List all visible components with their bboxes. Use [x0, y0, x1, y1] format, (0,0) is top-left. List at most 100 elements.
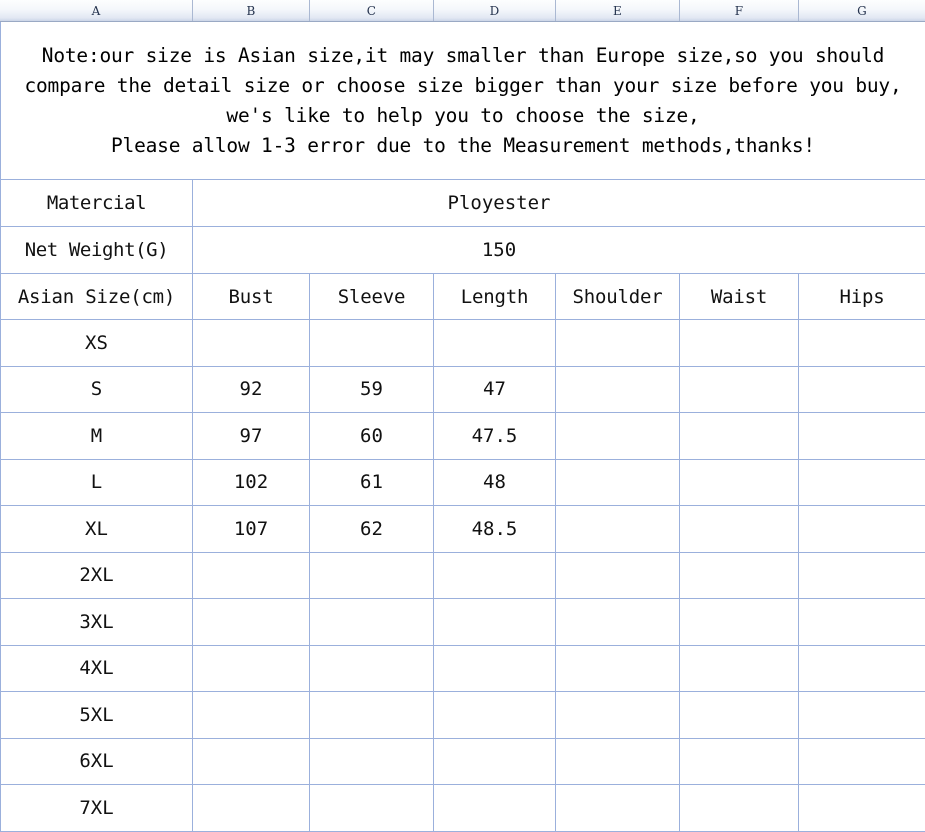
- size-label-cell: 7XL: [0, 785, 193, 832]
- table-row: XS: [0, 320, 925, 367]
- cell-waist: [680, 645, 799, 692]
- table-row: S 92 59 47: [0, 366, 925, 413]
- cell-length: [434, 738, 556, 785]
- cell-waist: [680, 413, 799, 460]
- cell-shoulder: [556, 320, 680, 367]
- cell-shoulder: [556, 738, 680, 785]
- cell-bust: 92: [193, 366, 310, 413]
- cell-length: [434, 552, 556, 599]
- net-weight-value-cell: 150: [193, 227, 925, 274]
- note-line-2: compare the detail size or choose size b…: [24, 73, 902, 97]
- cell-bust: [193, 552, 310, 599]
- spreadsheet-size-chart: ABCDEFG Note:our size is Asian size,it m…: [0, 0, 925, 832]
- material-value-cell: Ployester: [193, 180, 925, 227]
- size-label-cell: S: [0, 366, 193, 413]
- size-label-cell: 2XL: [0, 552, 193, 599]
- column-title-shoulder: Shoulder: [556, 274, 680, 320]
- column-header-g[interactable]: G: [799, 0, 925, 21]
- cell-shoulder: [556, 692, 680, 739]
- table-row: 3XL: [0, 599, 925, 646]
- cell-bust: [193, 645, 310, 692]
- cell-sleeve: [310, 692, 434, 739]
- cell-sleeve: [310, 320, 434, 367]
- cell-waist: [680, 366, 799, 413]
- cell-bust: [193, 320, 310, 367]
- cell-shoulder: [556, 785, 680, 832]
- net-weight-row: Net Weight(G) 150: [0, 227, 925, 274]
- cell-length: 47: [434, 366, 556, 413]
- cell-length: [434, 645, 556, 692]
- size-label-cell: 4XL: [0, 645, 193, 692]
- column-title-length: Length: [434, 274, 556, 320]
- table-row: 4XL: [0, 645, 925, 692]
- note-line-3: we's like to help you to choose the size…: [226, 103, 700, 127]
- cell-bust: [193, 738, 310, 785]
- cell-hips: [799, 366, 925, 413]
- cell-waist: [680, 506, 799, 553]
- cell-sleeve: 60: [310, 413, 434, 460]
- column-title-sleeve: Sleeve: [310, 274, 434, 320]
- note-line-1: Note:our size is Asian size,it may small…: [41, 43, 885, 67]
- size-label-cell: 5XL: [0, 692, 193, 739]
- size-label-cell: L: [0, 459, 193, 506]
- cell-hips: [799, 692, 925, 739]
- size-label-cell: XL: [0, 506, 193, 553]
- column-header-bar: ABCDEFG: [0, 0, 925, 22]
- table-row: 5XL: [0, 692, 925, 739]
- cell-waist: [680, 599, 799, 646]
- cell-length: 47.5: [434, 413, 556, 460]
- cell-waist: [680, 785, 799, 832]
- size-table-header-row: Asian Size(cm) Bust Sleeve Length Shoulder Wa…: [0, 274, 925, 320]
- column-title-asian-size-cm: Asian Size(cm): [0, 274, 193, 320]
- cell-bust: [193, 599, 310, 646]
- cell-length: [434, 785, 556, 832]
- size-label-cell: M: [0, 413, 193, 460]
- cell-hips: [799, 599, 925, 646]
- net-weight-value: 150: [481, 239, 517, 261]
- table-row: 7XL: [0, 785, 925, 832]
- cell-waist: [680, 459, 799, 506]
- cell-bust: [193, 692, 310, 739]
- table-row: L 102 61 48: [0, 459, 925, 506]
- cell-hips: [799, 506, 925, 553]
- sheet-grid: Note:our size is Asian size,it may small…: [0, 22, 925, 832]
- column-title-waist: Waist: [680, 274, 799, 320]
- cell-hips: [799, 738, 925, 785]
- column-header-e[interactable]: E: [556, 0, 680, 21]
- cell-shoulder: [556, 645, 680, 692]
- cell-bust: 102: [193, 459, 310, 506]
- cell-sleeve: [310, 552, 434, 599]
- cell-shoulder: [556, 552, 680, 599]
- cell-length: 48: [434, 459, 556, 506]
- cell-sleeve: 62: [310, 506, 434, 553]
- table-row: 2XL: [0, 552, 925, 599]
- cell-hips: [799, 645, 925, 692]
- column-header-c[interactable]: C: [310, 0, 434, 21]
- cell-shoulder: [556, 599, 680, 646]
- material-row: Matercial Ployester: [0, 180, 925, 227]
- cell-sleeve: 59: [310, 366, 434, 413]
- column-title-bust: Bust: [193, 274, 310, 320]
- cell-hips: [799, 785, 925, 832]
- cell-waist: [680, 320, 799, 367]
- cell-hips: [799, 459, 925, 506]
- cell-sleeve: 61: [310, 459, 434, 506]
- column-header-a[interactable]: A: [0, 0, 193, 21]
- table-row: 6XL: [0, 738, 925, 785]
- cell-sleeve: [310, 738, 434, 785]
- cell-sleeve: [310, 599, 434, 646]
- cell-shoulder: [556, 413, 680, 460]
- cell-length: [434, 320, 556, 367]
- column-header-d[interactable]: D: [434, 0, 556, 21]
- column-header-b[interactable]: B: [193, 0, 310, 21]
- cell-bust: 97: [193, 413, 310, 460]
- cell-waist: [680, 692, 799, 739]
- size-label-cell: 6XL: [0, 738, 193, 785]
- cell-bust: 107: [193, 506, 310, 553]
- net-weight-label: Net Weight(G): [0, 227, 193, 274]
- cell-shoulder: [556, 366, 680, 413]
- cell-hips: [799, 413, 925, 460]
- note-cell: Note:our size is Asian size,it may small…: [0, 22, 925, 180]
- size-label-cell: XS: [0, 320, 193, 367]
- column-header-f[interactable]: F: [680, 0, 799, 21]
